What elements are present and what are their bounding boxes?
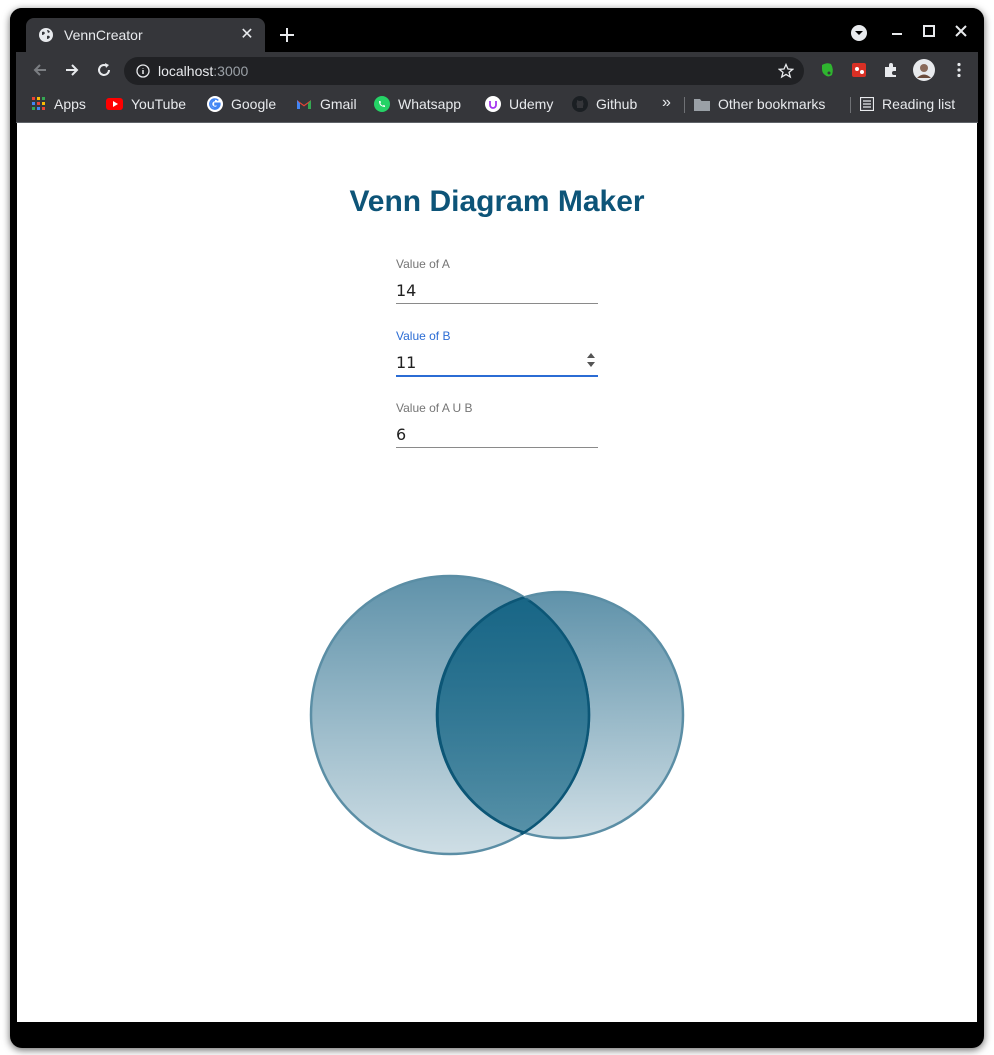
bookmarks-bar: Apps YouTube Google Gmail Whatsapp Udemy… — [16, 88, 978, 123]
bookmark-label: Udemy — [509, 96, 554, 112]
window-close-icon[interactable] — [952, 22, 970, 40]
reload-icon[interactable] — [94, 60, 114, 80]
value-a-field: Value of A — [396, 257, 598, 304]
value-aub-label: Value of A U B — [396, 401, 473, 415]
value-a-input[interactable] — [396, 277, 598, 304]
bookmark-label: Apps — [54, 96, 86, 112]
divider — [684, 97, 685, 113]
bookmark-other-bookmarks[interactable]: Other bookmarks — [694, 96, 825, 112]
browser-toolbar: localhost:3000 — [16, 52, 978, 88]
bookmark-youtube[interactable]: YouTube — [106, 96, 186, 112]
bookmark-label: Reading list — [882, 96, 956, 112]
extension-red-icon[interactable] — [850, 61, 868, 79]
venn-diagram — [309, 574, 685, 856]
bookmark-star-icon[interactable] — [778, 63, 794, 79]
bookmark-label: Whatsapp — [398, 96, 462, 112]
close-icon[interactable]: ✕ — [239, 27, 255, 43]
evernote-icon[interactable] — [818, 61, 836, 79]
youtube-icon — [106, 98, 123, 110]
bookmark-reading-list[interactable]: Reading list — [860, 96, 955, 112]
bookmark-udemy[interactable]: Udemy — [485, 96, 553, 112]
value-aub-field: Value of A U B — [396, 401, 598, 448]
info-icon[interactable] — [136, 64, 150, 78]
page-content: Venn Diagram Maker Value of A Value of B… — [17, 123, 977, 1022]
browser-window: VennCreator ✕ localhost:3000 Apps YouTub… — [10, 8, 984, 1048]
reading-list-icon — [860, 97, 874, 111]
bookmark-label: Other bookmarks — [718, 96, 826, 112]
minimize-icon[interactable] — [888, 24, 906, 42]
menu-icon[interactable] — [950, 61, 968, 79]
udemy-icon — [485, 96, 501, 112]
bookmark-label: YouTube — [131, 96, 187, 112]
globe-icon — [39, 28, 53, 42]
bookmark-apps[interactable]: Apps — [32, 96, 86, 112]
number-spinner-icon[interactable] — [586, 351, 596, 369]
value-b-label: Value of B — [396, 329, 451, 343]
extensions-puzzle-icon[interactable] — [882, 61, 900, 79]
github-icon — [572, 96, 588, 112]
tab-title: VennCreator — [64, 27, 143, 43]
value-b-field: Value of B — [396, 329, 598, 377]
tab-search-icon[interactable] — [850, 24, 868, 42]
bookmark-label: Gmail — [320, 96, 357, 112]
folder-icon — [694, 98, 710, 111]
new-tab-icon[interactable] — [277, 25, 297, 45]
url-port: :3000 — [213, 63, 249, 79]
bookmark-gmail[interactable]: Gmail — [296, 96, 357, 112]
tab-strip: VennCreator ✕ — [10, 8, 984, 52]
bookmark-label: Google — [231, 96, 277, 112]
bookmark-whatsapp[interactable]: Whatsapp — [374, 96, 461, 112]
maximize-icon[interactable] — [920, 22, 938, 40]
bookmark-google[interactable]: Google — [207, 96, 276, 112]
bookmark-label: Github — [596, 96, 638, 112]
url-text: localhost:3000 — [158, 63, 248, 79]
page-title: Venn Diagram Maker — [349, 185, 645, 218]
value-aub-input[interactable] — [396, 421, 598, 448]
bookmark-github[interactable]: Github — [572, 96, 637, 112]
gmail-icon — [297, 100, 311, 109]
apps-grid-icon — [32, 97, 45, 110]
avatar[interactable] — [912, 58, 936, 82]
divider — [850, 97, 851, 113]
value-a-label: Value of A — [396, 257, 450, 271]
address-bar[interactable]: localhost:3000 — [124, 57, 804, 85]
browser-tab[interactable]: VennCreator ✕ — [26, 18, 265, 52]
google-icon — [207, 96, 223, 112]
back-icon[interactable] — [30, 60, 50, 80]
url-host: localhost — [158, 63, 214, 79]
whatsapp-icon — [374, 96, 390, 112]
bookmarks-overflow-button[interactable]: » — [662, 94, 671, 112]
forward-icon[interactable] — [62, 60, 82, 80]
value-b-input[interactable] — [396, 349, 598, 377]
